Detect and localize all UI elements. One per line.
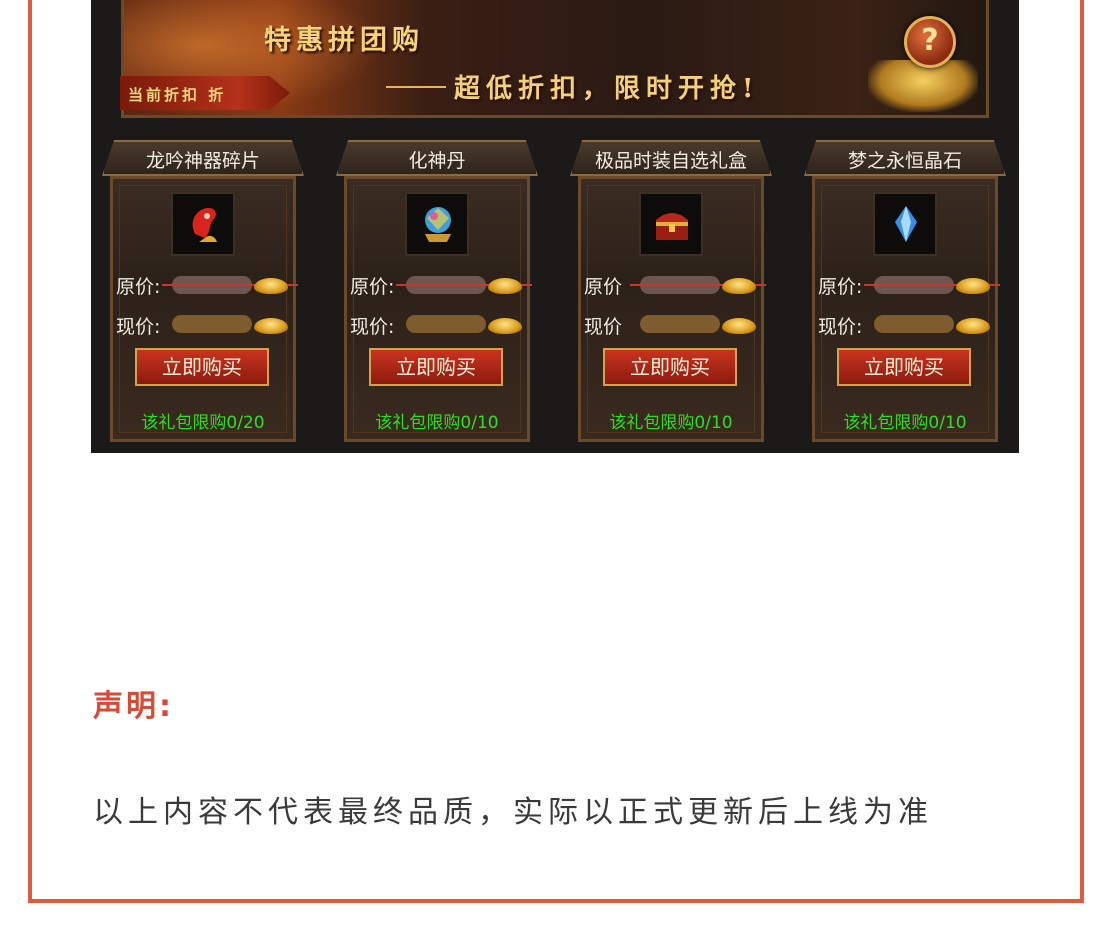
treasure-chest-icon[interactable] <box>639 192 703 256</box>
buy-now-button[interactable]: 立即购买 <box>135 348 269 386</box>
item-name: 极品时装自选礼盒 <box>594 150 747 172</box>
item-name: 化神丹 <box>408 150 466 172</box>
gold-ingot-icon <box>722 278 756 294</box>
promo-banner: 特惠拼团购 超低折扣，限时开抢! 当前折扣 折 ? <box>120 0 989 118</box>
item-card-dragon-shard: 龙吟神器碎片 原价: 现价: 立即购买 该礼包限购0/20 <box>102 140 304 444</box>
item-name: 龙吟神器碎片 <box>145 150 260 172</box>
current-price-label: 现价: <box>116 316 161 338</box>
original-price-label: 原价: <box>350 276 395 298</box>
gold-ingot-icon <box>488 318 522 334</box>
buy-now-button[interactable]: 立即购买 <box>369 348 503 386</box>
gold-ingot-icon <box>722 318 756 334</box>
original-price-label: 原价 <box>584 276 623 298</box>
purchase-limit-text: 该礼包限购0/10 <box>375 413 499 433</box>
buy-now-button[interactable]: 立即购买 <box>603 348 737 386</box>
purchase-limit-text: 该礼包限购0/20 <box>141 413 265 433</box>
current-discount-label: 当前折扣 折 <box>128 86 227 104</box>
current-price-value-redacted <box>874 315 954 333</box>
group-buy-panel: 特惠拼团购 超低折扣，限时开抢! 当前折扣 折 ? 龙吟神器碎片 原价: 现价:… <box>91 0 1019 453</box>
current-price-label: 现价: <box>350 316 395 338</box>
current-price-value-redacted <box>640 315 720 333</box>
original-price-label: 原价: <box>818 276 863 298</box>
banner-divider <box>386 86 446 88</box>
banner-title: 特惠拼团购 <box>264 25 424 56</box>
purchase-limit-text: 该礼包限购0/10 <box>843 413 967 433</box>
gold-ingot-icon <box>488 278 522 294</box>
gold-ingot-icon <box>254 318 288 334</box>
current-price-value-redacted <box>406 315 486 333</box>
item-card-fashion-box: 极品时装自选礼盒 原价 现价 立即购买 该礼包限购0/10 <box>570 140 772 444</box>
red-dragon-shard-icon[interactable] <box>171 192 235 256</box>
item-card-elixir: 化神丹 原价: 现价: 立即购买 该礼包限购0/10 <box>336 140 538 444</box>
blue-crystal-icon[interactable] <box>873 192 937 256</box>
current-price-label: 现价 <box>584 316 623 338</box>
current-price-value-redacted <box>172 315 252 333</box>
gold-ingot-icon <box>254 278 288 294</box>
purchase-limit-text: 该礼包限购0/10 <box>609 413 733 433</box>
declaration-title: 声明: <box>93 689 174 724</box>
declaration-text: 以上内容不代表最终品质，实际以正式更新后上线为准 <box>93 795 933 830</box>
current-price-label: 现价: <box>818 316 863 338</box>
item-name: 梦之永恒晶石 <box>847 150 962 172</box>
crystal-orb-icon[interactable] <box>405 192 469 256</box>
original-price-label: 原价: <box>116 276 161 298</box>
buy-now-button[interactable]: 立即购买 <box>837 348 971 386</box>
help-button[interactable]: ? <box>904 16 956 68</box>
current-discount-tag: 当前折扣 折 <box>120 76 290 110</box>
banner-subtitle: 超低折扣，限时开抢! <box>454 74 760 104</box>
item-card-eternal-crystal: 梦之永恒晶石 原价: 现价: 立即购买 该礼包限购0/10 <box>804 140 1006 444</box>
gold-ingot-icon <box>956 278 990 294</box>
gold-ingot-icon <box>956 318 990 334</box>
treasure-pile-icon <box>868 60 978 112</box>
